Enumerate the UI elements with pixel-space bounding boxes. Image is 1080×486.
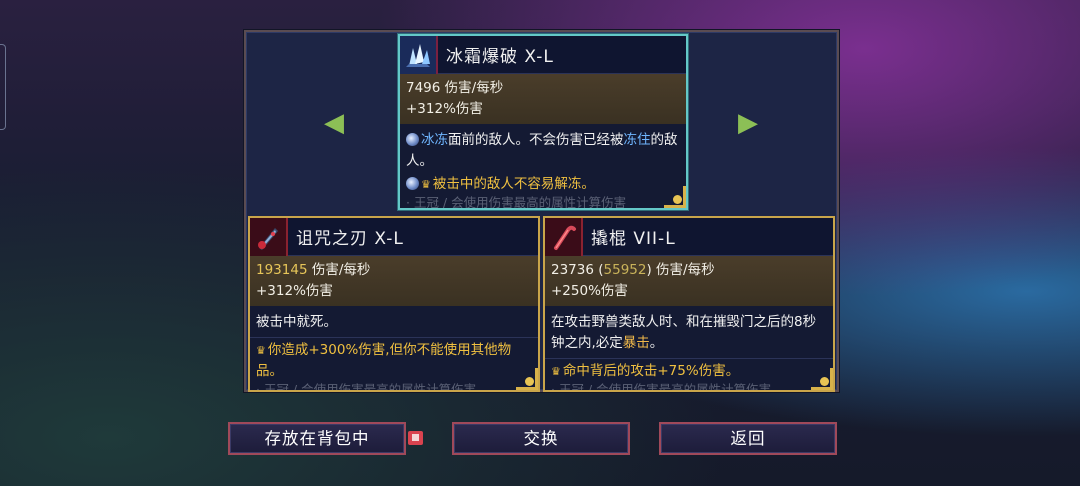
side-tab[interactable] — [0, 44, 6, 130]
dps-stat: 23736 (55952) 伤害/每秒 — [551, 260, 827, 281]
dps-stat: 7496 伤害/每秒 — [406, 80, 504, 96]
crown-icon: ♛ — [551, 365, 561, 378]
crown-icon: ♛ — [256, 344, 266, 357]
faded-note: · 王冠 / 会使用伤害最高的属性计算伤害 — [406, 195, 627, 210]
desc-text: 面前的敌人。不会伤害已经被 — [448, 132, 624, 148]
card-header: 冰霜爆破 X-L — [400, 36, 686, 74]
item-title: 诅咒之刃 X-L — [296, 229, 404, 249]
item-card-cursed-sword[interactable]: 诅咒之刃 X-L 193145 伤害/每秒 +312%伤害 被击中就死。 ♛ 你造… — [248, 216, 540, 392]
crown-icon: ♛ — [421, 178, 431, 191]
perk-text: 被击中的敌人不容易解冻。 — [432, 176, 595, 192]
legendary-perk: ♛ 命中背后的攻击+75%伤害。 — [545, 358, 833, 382]
item-title: 冰霜爆破 X-L — [446, 47, 554, 67]
card-header: 撬棍 VII-L — [545, 218, 833, 256]
dps-unit: 伤害/每秒 — [307, 262, 371, 278]
crowbar-icon — [545, 218, 583, 256]
damage-bonus-stat: +312%伤害 — [406, 101, 483, 117]
legendary-perk: ♛ 你造成+300%伤害,但你不能使用其他物品。 — [250, 337, 538, 382]
card-header: 诅咒之刃 X-L — [250, 218, 538, 256]
gold-corner-ornament — [811, 368, 833, 390]
frost-gem-icon — [406, 177, 419, 190]
damage-bonus-stat: +312%伤害 — [256, 283, 333, 299]
paren-open: ( — [593, 262, 604, 278]
dps-unit: 伤害/每秒 — [656, 262, 715, 278]
cursed-sword-icon — [250, 218, 288, 256]
crit-keyword: 暴击 — [622, 335, 650, 351]
item-description: 冰冻面前的敌人。不会伤害已经被冻住的敌人。 — [400, 124, 686, 172]
item-title: 撬棍 VII-L — [591, 229, 676, 249]
dps-stat: 193145 伤害/每秒 — [256, 260, 532, 281]
store-in-backpack-button[interactable]: 存放在背包中 — [228, 422, 406, 455]
legendary-perk: ♛ 被击中的敌人不容易解冻。 — [400, 172, 686, 195]
item-card-crowbar[interactable]: 撬棍 VII-L 23736 (55952) 伤害/每秒 +250%伤害 在攻击… — [543, 216, 835, 392]
item-description: 在攻击野兽类敌人时、和在摧毁门之后的8秒钟之内,必定暴击。 — [545, 306, 833, 358]
next-arrow-icon[interactable]: ▶ — [738, 110, 758, 136]
item-stats: 23736 (55952) 伤害/每秒 +250%伤害 — [545, 256, 833, 306]
paren-close: ) — [646, 262, 657, 278]
back-button[interactable]: 返回 — [659, 422, 837, 455]
item-card-frost-blast[interactable]: 冰霜爆破 X-L 7496 伤害/每秒 +312%伤害 冰冻面前的敌人。不会伤害… — [398, 34, 688, 210]
damage-bonus-stat: +250%伤害 — [551, 283, 628, 299]
dps-value: 193145 — [256, 262, 308, 278]
item-description: 被击中就死。 — [256, 314, 337, 330]
ice-crystal-icon — [400, 36, 438, 74]
dps-paren-value: 55952 — [603, 262, 647, 278]
frozen-keyword: 冰冻 — [421, 132, 448, 148]
desc-text: 在攻击野兽类敌人时、和在摧毁门之后的8秒钟之内,必定 — [551, 314, 817, 351]
backpack-icon — [408, 431, 423, 445]
faded-note: · 王冠 / 会使用伤害最高的属性计算伤害 — [551, 382, 772, 392]
faded-note: · 王冠 / 会使用伤害最高的属性计算伤害 — [256, 382, 477, 392]
frost-gem-icon — [406, 133, 419, 146]
gold-corner-ornament — [516, 368, 538, 390]
prev-arrow-icon[interactable]: ◀ — [324, 110, 344, 136]
desc-text: 。 — [649, 335, 664, 351]
perk-text: 命中背后的攻击+75%伤害。 — [562, 363, 740, 379]
perk-text: 你造成+300%伤害,但你不能使用其他物品。 — [256, 342, 512, 379]
item-stats: 193145 伤害/每秒 +312%伤害 — [250, 256, 538, 306]
item-stats: 7496 伤害/每秒 +312%伤害 — [400, 74, 686, 124]
swap-button[interactable]: 交换 — [452, 422, 630, 455]
frozen-keyword: 冻住 — [623, 132, 651, 148]
dps-value: 23736 — [551, 262, 594, 278]
gold-corner-ornament — [664, 186, 686, 208]
